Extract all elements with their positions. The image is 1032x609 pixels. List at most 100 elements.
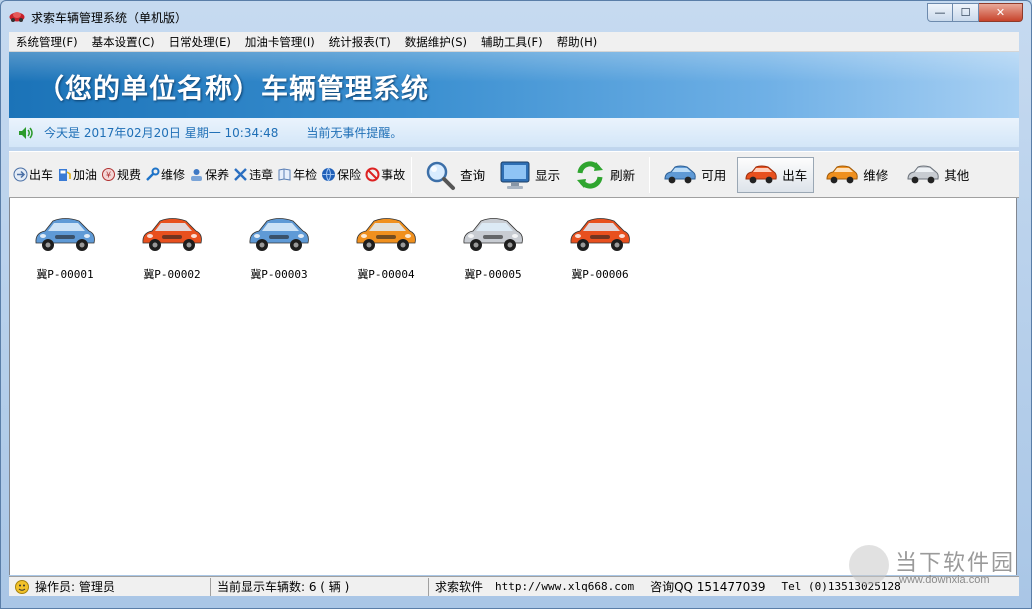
banner: （您的单位名称）车辆管理系统 [9, 52, 1019, 118]
maximize-button[interactable]: ☐ [953, 3, 979, 22]
accident-label: 事故 [381, 168, 406, 182]
menu-system[interactable]: 系统管理(F) [9, 34, 85, 50]
vehicle-plate: 冀P-00002 [143, 268, 201, 281]
fuel-label: 加油 [73, 168, 98, 182]
vehicle-item[interactable]: 冀P-00002 [127, 210, 217, 282]
car-icon [142, 218, 202, 251]
menu-tools[interactable]: 辅助工具(F) [474, 34, 550, 50]
filter-other-label: 其他 [944, 168, 970, 183]
insurance-label: 保险 [337, 168, 362, 182]
minimize-icon: — [934, 6, 946, 19]
status-url[interactable]: http://www.xlq668.com [495, 580, 634, 593]
violation-button[interactable]: 违章 [233, 163, 273, 187]
vehicle-item[interactable]: 冀P-00004 [341, 210, 431, 282]
insurance-button[interactable]: 保险 [321, 163, 361, 187]
watermark-text: 当下软件园 [895, 551, 1016, 576]
toolbar-separator [649, 156, 651, 193]
vehicle-plate: 冀P-00004 [357, 268, 415, 281]
vehicle-item[interactable]: 冀P-00006 [555, 210, 645, 282]
maintenance-icon [191, 169, 203, 181]
app-window: 求索车辆管理系统（单机版） — ☐ ✕ 系统管理(F) 基本设置(C) 日常处理… [0, 0, 1032, 609]
filter-dispatched-button[interactable]: 出车 [737, 156, 815, 193]
toolbar-separator [411, 156, 413, 193]
banner-title: （您的单位名称）车辆管理系统 [37, 74, 429, 105]
repair-icon [146, 167, 160, 181]
magnifier-icon [426, 161, 456, 190]
status-vehicle-count: 当前显示车辆数: 6 ( 辆 ) [217, 580, 350, 594]
fuel-icon [59, 169, 71, 181]
menu-reports[interactable]: 统计报表(T) [322, 34, 398, 50]
fee-icon: ¥ [102, 168, 116, 181]
repair-button[interactable]: 维修 [145, 163, 185, 187]
menu-settings[interactable]: 基本设置(C) [85, 34, 162, 50]
svg-text:¥: ¥ [106, 171, 111, 180]
vehicle-item[interactable]: 冀P-00003 [234, 210, 324, 282]
car-orange-icon [826, 165, 858, 183]
car-icon [249, 218, 309, 251]
display-button[interactable]: 显示 [493, 155, 566, 195]
query-button[interactable]: 查询 [418, 155, 491, 195]
maximize-icon: ☐ [960, 6, 971, 19]
minimize-button[interactable]: — [927, 3, 953, 22]
query-label: 查询 [460, 168, 486, 183]
refresh-button[interactable]: 刷新 [568, 155, 641, 195]
car-silver-icon [907, 165, 939, 183]
vehicle-plate: 冀P-00006 [571, 268, 629, 281]
menu-help[interactable]: 帮助(H) [550, 34, 605, 50]
speaker-icon [19, 126, 33, 139]
vehicle-list: 冀P-00001 冀P-00002 冀P-00003 冀P-00004 冀P-0… [9, 198, 1017, 575]
filter-available-button[interactable]: 可用 [656, 157, 733, 193]
status-qq: 咨询QQ 151477039 [650, 580, 766, 594]
filter-repair-button[interactable]: 维修 [818, 157, 895, 193]
vehicle-plate: 冀P-00003 [250, 268, 308, 281]
app-car-icon [9, 12, 25, 22]
car-icon [463, 218, 523, 251]
inspection-label: 年检 [293, 168, 318, 182]
filter-other-button[interactable]: 其他 [899, 157, 976, 193]
menu-data[interactable]: 数据维护(S) [398, 34, 474, 50]
violation-icon [234, 168, 247, 181]
filter-available-label: 可用 [701, 168, 727, 183]
maintenance-label: 保养 [205, 168, 230, 182]
close-button[interactable]: ✕ [979, 3, 1023, 22]
car-icon [356, 218, 416, 251]
filter-dispatched-label: 出车 [782, 168, 808, 183]
window-title: 求索车辆管理系统（单机版） [31, 11, 188, 25]
car-icon [570, 218, 630, 251]
window-controls: — ☐ ✕ [927, 3, 1023, 23]
repair-label: 维修 [161, 168, 186, 182]
title-bar[interactable]: 求索车辆管理系统（单机版） — ☐ ✕ [1, 1, 1031, 31]
toolbar: 出车 加油 ¥ 规费 维修 保养 违章 年检 保险 事故 查询 显示 刷新 可用… [9, 151, 1019, 198]
maintenance-button[interactable]: 保养 [189, 163, 229, 187]
vehicle-plate: 冀P-00001 [36, 268, 94, 281]
status-company: 求索软件 [435, 580, 484, 594]
accident-button[interactable]: 事故 [365, 163, 405, 187]
fee-button[interactable]: ¥ 规费 [101, 163, 141, 187]
watermark-url: www.downxia.com [899, 574, 990, 586]
filter-repair-label: 维修 [863, 168, 889, 183]
menu-bar: 系统管理(F) 基本设置(C) 日常处理(E) 加油卡管理(I) 统计报表(T)… [9, 32, 1019, 52]
dispatch-label: 出车 [29, 168, 54, 182]
status-count-cell: 当前显示车辆数: 6 ( 辆 ) [211, 577, 429, 596]
info-bar: 今天是 2017年02月20日 星期一 10:34:48 当前无事件提醒。 [9, 118, 1019, 148]
status-operator-cell: 操作员: 管理员 [9, 577, 211, 596]
current-date-text: 今天是 2017年02月20日 星期一 10:34:48 [44, 126, 279, 140]
fuel-button[interactable]: 加油 [57, 163, 97, 187]
event-reminder-text: 当前无事件提醒。 [306, 126, 403, 140]
dispatch-icon [13, 167, 28, 182]
vehicle-item[interactable]: 冀P-00005 [448, 210, 538, 282]
vehicle-item[interactable]: 冀P-00001 [20, 210, 110, 282]
status-operator: 操作员: 管理员 [35, 580, 115, 594]
user-icon [15, 579, 29, 594]
vehicle-plate: 冀P-00005 [464, 268, 522, 281]
menu-daily[interactable]: 日常处理(E) [162, 34, 238, 50]
inspection-button[interactable]: 年检 [277, 163, 317, 187]
car-icon [35, 218, 95, 251]
menu-fuel-card[interactable]: 加油卡管理(I) [238, 34, 322, 50]
refresh-icon [577, 160, 604, 189]
watermark: 当下软件园 www.downxia.com [847, 541, 1027, 601]
fee-label: 规费 [117, 168, 142, 182]
insurance-icon [322, 167, 336, 182]
dispatch-button[interactable]: 出车 [13, 163, 53, 187]
car-blue-icon [664, 165, 696, 183]
